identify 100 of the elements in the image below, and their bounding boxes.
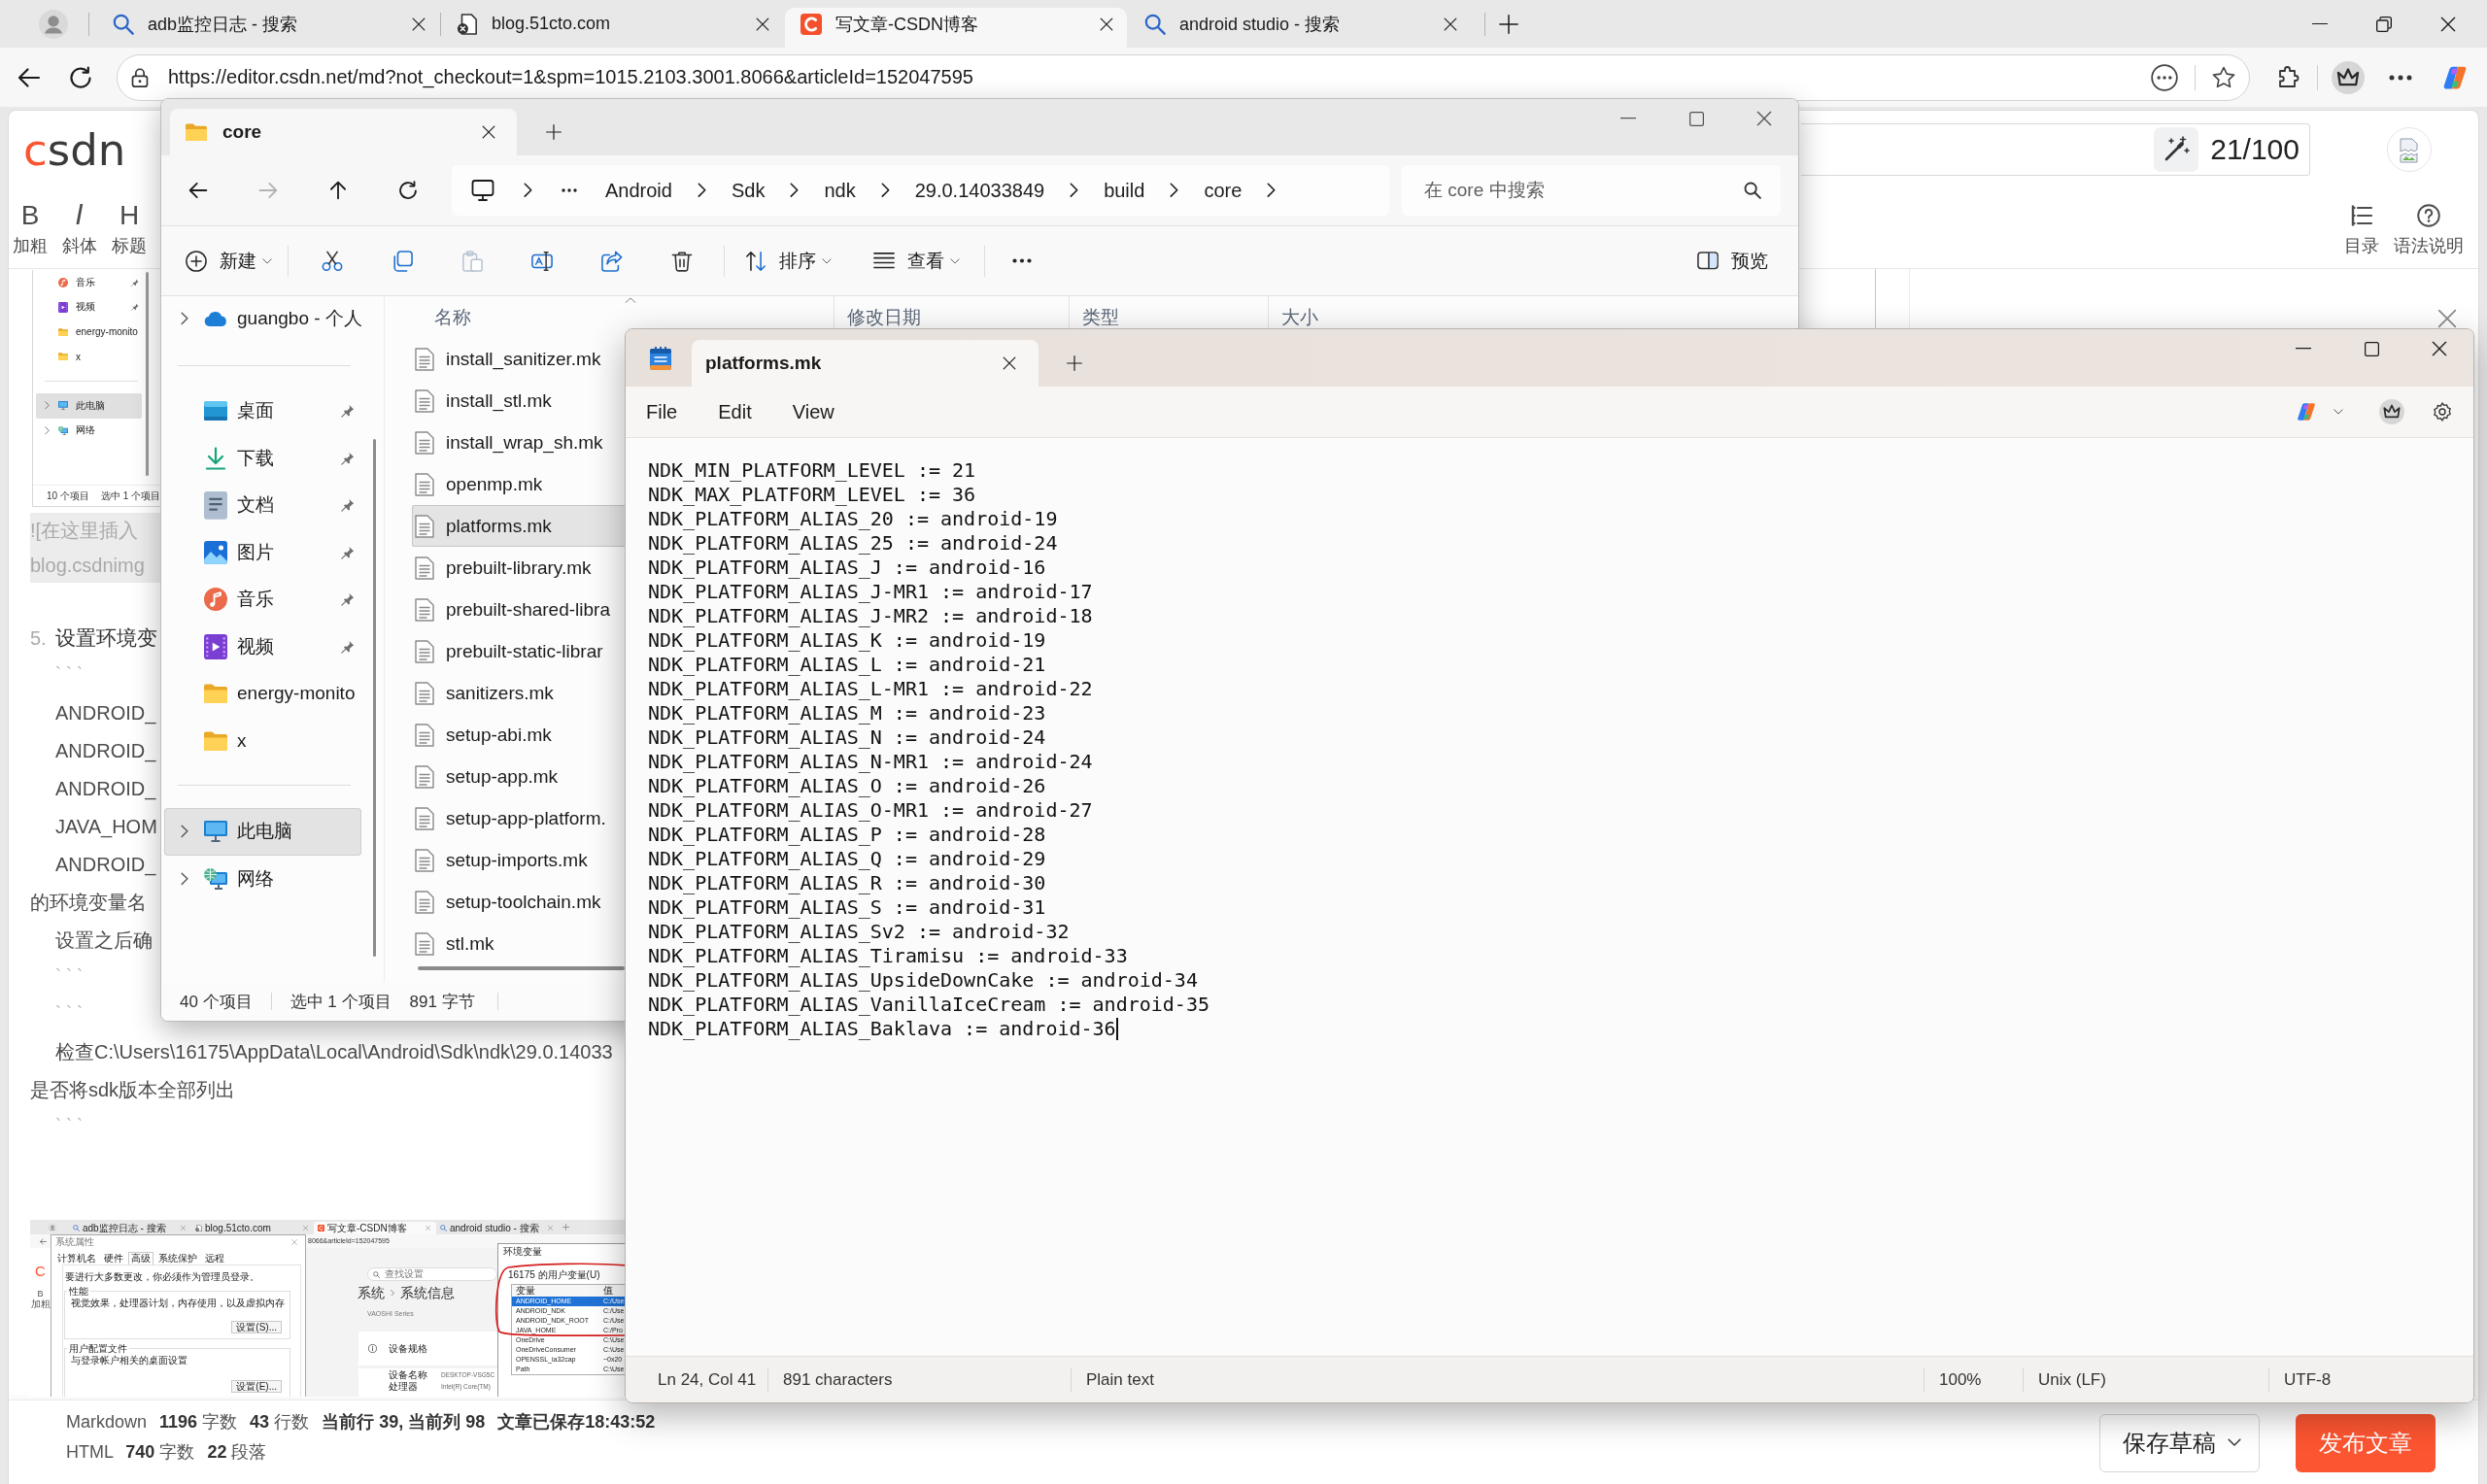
- breadcrumb-item[interactable]: Android: [605, 179, 672, 202]
- magic-wand-icon[interactable]: [2154, 127, 2199, 172]
- nav-item[interactable]: 桌面: [164, 388, 361, 435]
- list-item[interactable]: setup-toolchain.mk: [412, 881, 625, 923]
- close-icon[interactable]: [1444, 17, 1457, 31]
- breadcrumb-item[interactable]: 29.0.14033849: [914, 179, 1045, 202]
- text-editor[interactable]: [626, 437, 2473, 1356]
- outline-button[interactable]: 目录: [2337, 194, 2386, 268]
- nav-item[interactable]: x: [164, 717, 361, 764]
- address-bar[interactable]: https://editor.csdn.net/md?not_checkout=1&spm=1015.2103.3001.8066&articleId=152047595: [117, 53, 2250, 101]
- reload-icon[interactable]: [69, 65, 92, 89]
- minimize-icon[interactable]: [2296, 348, 2311, 350]
- logo-icon[interactable]: [2297, 402, 2316, 422]
- avatar-icon[interactable]: [39, 9, 68, 39]
- close-icon[interactable]: [1100, 17, 1113, 31]
- list-item[interactable]: setup-abi.mk: [412, 714, 625, 756]
- nav-item[interactable]: 视频: [164, 623, 361, 670]
- chevron-right-icon[interactable]: [790, 183, 800, 198]
- breadcrumb-item[interactable]: ndk: [824, 179, 856, 202]
- close-icon[interactable]: [412, 17, 426, 31]
- list-item[interactable]: openmp.mk: [412, 463, 625, 505]
- nav-item[interactable]: guangbo - 个人: [164, 296, 361, 341]
- star-icon[interactable]: [2212, 65, 2235, 89]
- list-item[interactable]: setup-app-platform.: [412, 797, 625, 839]
- nav-item[interactable]: 网络: [164, 855, 361, 902]
- puzzle-icon[interactable]: [2276, 65, 2300, 89]
- maximize-icon[interactable]: [2364, 341, 2379, 356]
- nav-item[interactable]: 文档: [164, 482, 361, 529]
- browser-tab[interactable]: android studio - 搜索: [1129, 8, 1471, 48]
- title-field[interactable]: 21/100: [1801, 123, 2310, 176]
- list-item[interactable]: platforms.mk: [412, 505, 625, 547]
- window-tab[interactable]: core: [170, 109, 517, 155]
- settings-icon[interactable]: [2433, 402, 2452, 422]
- list-item[interactable]: install_stl.mk: [412, 380, 625, 422]
- minimize-icon[interactable]: [2312, 22, 2328, 25]
- logo-icon[interactable]: [2442, 64, 2468, 90]
- close-icon[interactable]: [2432, 341, 2447, 356]
- monitor-icon[interactable]: [471, 179, 494, 202]
- search-field[interactable]: 查找设置: [367, 1267, 497, 1281]
- copy-icon[interactable]: [392, 250, 413, 272]
- list-item[interactable]: install_sanitizer.mk: [412, 338, 625, 380]
- back-arrow-icon[interactable]: [17, 65, 41, 89]
- trash-icon[interactable]: [671, 250, 693, 272]
- nav-item[interactable]: 此电脑: [164, 808, 361, 856]
- nav-item[interactable]: 图片: [164, 528, 361, 576]
- more-icon[interactable]: [2389, 74, 2412, 81]
- chevron-right-icon[interactable]: [1070, 183, 1079, 198]
- address-bar[interactable]: Android Sdk ndk 29.0.14033849 build core: [452, 165, 1389, 216]
- breadcrumb-item[interactable]: build: [1104, 179, 1145, 202]
- view-button[interactable]: 查看: [860, 239, 973, 283]
- help-button[interactable]: 语法说明: [2392, 194, 2466, 268]
- search-field[interactable]: 在 core 中搜索: [1402, 165, 1781, 216]
- menu-item[interactable]: File: [626, 392, 698, 431]
- chevron-right-icon[interactable]: [181, 871, 188, 886]
- close-icon[interactable]: [2440, 16, 2456, 32]
- scrollbar-thumb[interactable]: [418, 966, 625, 970]
- list-item[interactable]: setup-app.mk: [412, 756, 625, 797]
- new-tab-icon[interactable]: [546, 124, 562, 140]
- list-item[interactable]: prebuilt-static-librar: [412, 630, 625, 672]
- column-header[interactable]: 名称: [387, 296, 834, 328]
- crown-icon[interactable]: [2332, 60, 2365, 94]
- chevron-right-icon[interactable]: [880, 183, 890, 198]
- browser-tab[interactable]: blog.51cto.com: [441, 8, 783, 48]
- breadcrumb-item[interactable]: core: [1204, 179, 1243, 202]
- window-tab[interactable]: platforms.mk: [692, 340, 1039, 387]
- share-icon[interactable]: [601, 250, 623, 272]
- menu-item[interactable]: View: [771, 392, 855, 431]
- more-icon[interactable]: [1012, 258, 1032, 263]
- list-item[interactable]: prebuilt-library.mk: [412, 547, 625, 589]
- back-arrow-icon[interactable]: [188, 181, 208, 200]
- restore-icon[interactable]: [2376, 16, 2392, 32]
- crown-icon[interactable]: [2379, 399, 2404, 424]
- maximize-icon[interactable]: [1688, 111, 1704, 126]
- browser-tab[interactable]: adb监控日志 - 搜索: [97, 8, 439, 48]
- close-icon[interactable]: [1756, 111, 1772, 126]
- save-draft-button[interactable]: 保存草稿: [2099, 1413, 2260, 1472]
- list-item[interactable]: stl.mk: [412, 923, 625, 964]
- list-item[interactable]: sanitizers.mk: [412, 672, 625, 714]
- site-logo[interactable]: csdn: [21, 127, 126, 172]
- rename-icon[interactable]: [531, 250, 553, 272]
- menu-item[interactable]: Edit: [698, 392, 772, 431]
- close-icon[interactable]: [756, 17, 769, 31]
- ellipsis-icon[interactable]: [562, 188, 577, 192]
- breadcrumb-item[interactable]: Sdk: [731, 179, 766, 202]
- chevron-right-icon[interactable]: [1170, 183, 1179, 198]
- refresh-icon[interactable]: [398, 181, 418, 200]
- scissors-icon[interactable]: [322, 250, 343, 272]
- chevron-right-icon[interactable]: [524, 183, 532, 198]
- more-icon[interactable]: [2151, 63, 2178, 91]
- sort-button[interactable]: 排序: [732, 239, 845, 283]
- format-button[interactable]: I 斜体: [58, 194, 101, 268]
- chevron-right-icon[interactable]: [1267, 183, 1277, 198]
- up-arrow-icon[interactable]: [328, 181, 348, 200]
- list-item[interactable]: install_wrap_sh.mk: [412, 422, 625, 463]
- scrollbar-thumb[interactable]: [373, 439, 376, 957]
- close-icon[interactable]: [482, 125, 495, 139]
- chevron-down-icon[interactable]: [2334, 409, 2343, 415]
- close-icon[interactable]: [1003, 356, 1016, 370]
- new-button[interactable]: 新建: [178, 239, 280, 283]
- nav-item[interactable]: 下载: [164, 434, 361, 482]
